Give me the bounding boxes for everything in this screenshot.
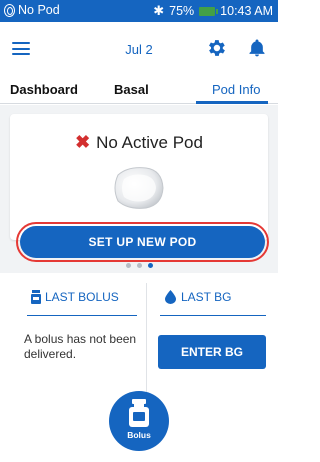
hamburger-menu-icon[interactable] xyxy=(12,42,30,55)
last-bolus-divider xyxy=(27,315,137,316)
last-bolus-message: A bolus has not been delivered. xyxy=(24,332,137,361)
tab-pod-info[interactable]: Pod Info xyxy=(212,82,260,97)
status-right: ✱ 75% 10:43 AM xyxy=(153,3,273,19)
active-tab-indicator xyxy=(196,101,268,104)
status-left: No Pod xyxy=(4,3,60,17)
date-label: Jul 2 xyxy=(125,42,153,57)
pod-status-label: No Active Pod xyxy=(96,133,203,152)
status-bar: No Pod ✱ 75% 10:43 AM xyxy=(0,0,278,22)
gear-icon[interactable] xyxy=(205,37,227,59)
bluetooth-icon: ✱ xyxy=(153,3,165,18)
bell-icon[interactable] xyxy=(247,37,267,59)
close-x-icon: ✖ xyxy=(75,132,91,152)
enter-bg-button[interactable]: ENTER BG xyxy=(158,335,266,369)
battery-percent: 75% xyxy=(169,4,195,18)
last-bg-title: LAST BG xyxy=(181,290,232,304)
page-dot[interactable] xyxy=(136,263,142,268)
bolus-button-label: Bolus xyxy=(127,430,151,440)
page-indicator xyxy=(0,263,278,268)
content-area: ✖ No Active Pod SET UP NEW POD LAST BOLU… xyxy=(0,105,278,462)
last-bg-divider xyxy=(160,315,266,316)
tab-basal[interactable]: Basal xyxy=(114,82,149,97)
pod-device-image xyxy=(114,167,164,209)
section-divider xyxy=(146,283,147,393)
bolus-vial-icon xyxy=(129,399,149,427)
app-bar: Jul 2 xyxy=(0,22,278,74)
clock-time: 10:43 AM xyxy=(220,4,273,18)
summary-panel: LAST BOLUS A bolus has not been delivere… xyxy=(0,273,278,462)
battery-icon xyxy=(199,6,219,16)
pod-status-icon xyxy=(4,3,15,17)
last-bolus-title: LAST BOLUS xyxy=(45,290,119,304)
pod-status-row: ✖ No Active Pod xyxy=(10,132,268,153)
set-up-new-pod-button[interactable]: SET UP NEW POD xyxy=(20,226,265,258)
page-dot-active[interactable] xyxy=(147,263,153,268)
pod-status-text: No Pod xyxy=(18,3,60,17)
last-bolus-header: LAST BOLUS xyxy=(31,290,119,304)
bolus-button[interactable]: Bolus xyxy=(109,391,169,451)
vial-icon xyxy=(31,290,41,304)
tab-dashboard[interactable]: Dashboard xyxy=(10,82,78,97)
blood-drop-icon xyxy=(165,290,176,304)
tab-bar: Dashboard Basal Pod Info xyxy=(0,74,278,104)
page-dot[interactable] xyxy=(125,263,131,268)
last-bg-header: LAST BG xyxy=(165,290,231,304)
